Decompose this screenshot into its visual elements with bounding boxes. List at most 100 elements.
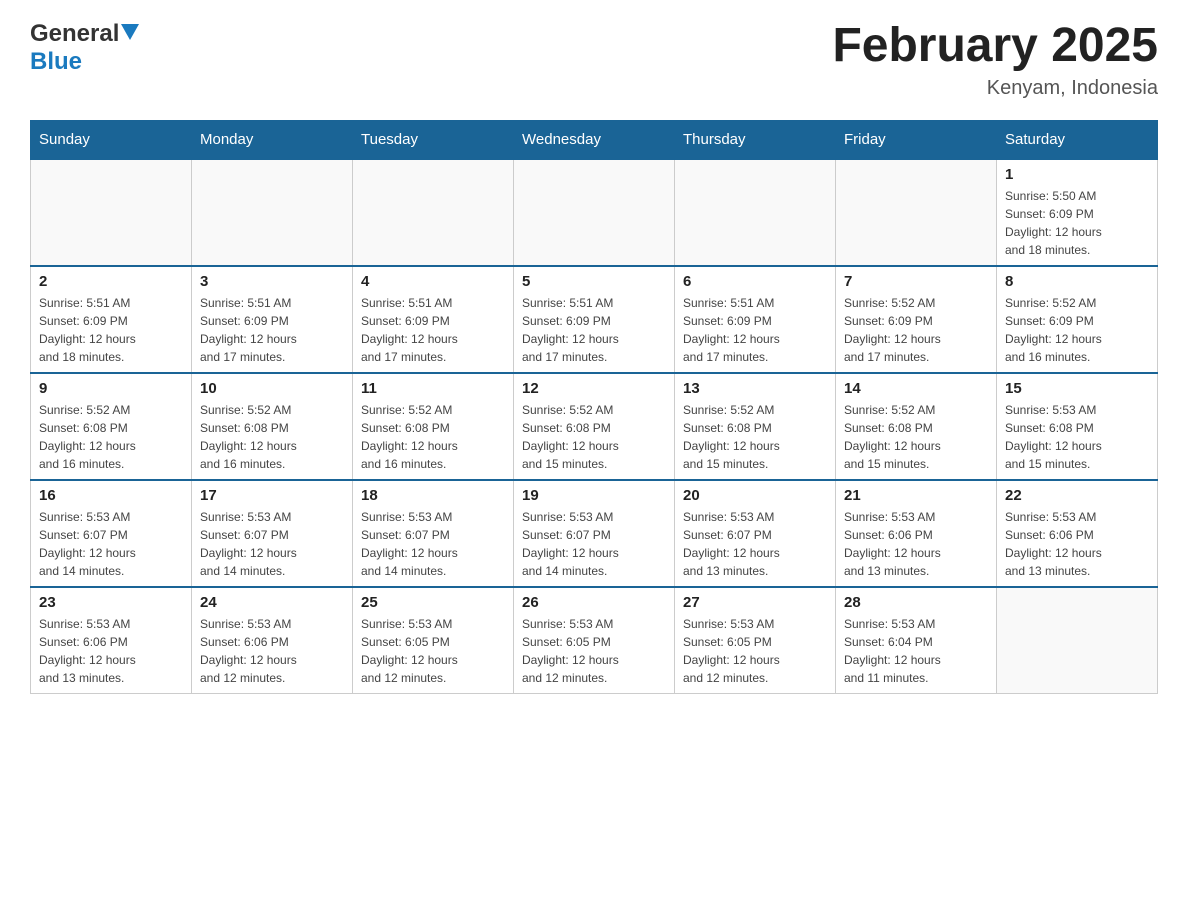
calendar-cell: 24 Sunrise: 5:53 AMSunset: 6:06 PMDayligh… bbox=[192, 587, 353, 694]
day-info: Sunrise: 5:53 AMSunset: 6:06 PMDaylight:… bbox=[844, 508, 988, 580]
day-info: Sunrise: 5:51 AMSunset: 6:09 PMDaylight:… bbox=[361, 294, 505, 366]
calendar-cell: 19 Sunrise: 5:53 AMSunset: 6:07 PMDayligh… bbox=[514, 480, 675, 587]
logo-blue-text: Blue bbox=[30, 48, 82, 75]
day-info: Sunrise: 5:53 AMSunset: 6:06 PMDaylight:… bbox=[1005, 508, 1149, 580]
calendar-cell: 9 Sunrise: 5:52 AMSunset: 6:08 PMDaylight… bbox=[31, 373, 192, 480]
calendar-header-row: SundayMondayTuesdayWednesdayThursdayFrid… bbox=[31, 120, 1158, 159]
calendar-cell bbox=[31, 159, 192, 266]
calendar-cell bbox=[353, 159, 514, 266]
day-number: 2 bbox=[39, 273, 183, 290]
day-number: 5 bbox=[522, 273, 666, 290]
day-number: 10 bbox=[200, 380, 344, 397]
calendar-cell: 16 Sunrise: 5:53 AMSunset: 6:07 PMDayligh… bbox=[31, 480, 192, 587]
day-number: 12 bbox=[522, 380, 666, 397]
calendar-week-row: 2 Sunrise: 5:51 AMSunset: 6:09 PMDaylight… bbox=[31, 266, 1158, 373]
calendar-cell: 17Sunrise: 5:53 AMSunset: 6:07 PMDayligh… bbox=[192, 480, 353, 587]
page-title: February 2025 bbox=[832, 20, 1158, 73]
column-header-sunday: Sunday bbox=[31, 120, 192, 159]
calendar-cell: 28 Sunrise: 5:53 AMSunset: 6:04 PMDayligh… bbox=[836, 587, 997, 694]
calendar-cell: 8Sunrise: 5:52 AMSunset: 6:09 PMDaylight… bbox=[997, 266, 1158, 373]
calendar-cell: 11 Sunrise: 5:52 AMSunset: 6:08 PMDayligh… bbox=[353, 373, 514, 480]
calendar-cell: 7 Sunrise: 5:52 AMSunset: 6:09 PMDaylight… bbox=[836, 266, 997, 373]
day-number: 7 bbox=[844, 273, 988, 290]
calendar-cell: 18 Sunrise: 5:53 AMSunset: 6:07 PMDayligh… bbox=[353, 480, 514, 587]
calendar-cell: 14 Sunrise: 5:52 AMSunset: 6:08 PMDayligh… bbox=[836, 373, 997, 480]
day-info: Sunrise: 5:52 AMSunset: 6:08 PMDaylight:… bbox=[361, 401, 505, 473]
column-header-friday: Friday bbox=[836, 120, 997, 159]
day-info: Sunrise: 5:52 AMSunset: 6:08 PMDaylight:… bbox=[39, 401, 183, 473]
day-number: 14 bbox=[844, 380, 988, 397]
day-number: 9 bbox=[39, 380, 183, 397]
day-number: 24 bbox=[200, 594, 344, 611]
day-number: 11 bbox=[361, 380, 505, 397]
day-number: 26 bbox=[522, 594, 666, 611]
day-number: 19 bbox=[522, 487, 666, 504]
column-header-tuesday: Tuesday bbox=[353, 120, 514, 159]
calendar-cell bbox=[675, 159, 836, 266]
day-info: Sunrise: 5:53 AMSunset: 6:06 PMDaylight:… bbox=[200, 615, 344, 687]
day-number: 21 bbox=[844, 487, 988, 504]
day-info: Sunrise: 5:50 AMSunset: 6:09 PMDaylight:… bbox=[1005, 187, 1149, 259]
day-number: 25 bbox=[361, 594, 505, 611]
logo-triangle-icon bbox=[121, 24, 139, 45]
day-number: 20 bbox=[683, 487, 827, 504]
day-info: Sunrise: 5:51 AMSunset: 6:09 PMDaylight:… bbox=[522, 294, 666, 366]
calendar-cell: 22 Sunrise: 5:53 AMSunset: 6:06 PMDayligh… bbox=[997, 480, 1158, 587]
day-number: 1 bbox=[1005, 166, 1149, 183]
day-info: Sunrise: 5:51 AMSunset: 6:09 PMDaylight:… bbox=[200, 294, 344, 366]
calendar-week-row: 23 Sunrise: 5:53 AMSunset: 6:06 PMDayligh… bbox=[31, 587, 1158, 694]
day-number: 22 bbox=[1005, 487, 1149, 504]
day-info: Sunrise: 5:51 AMSunset: 6:09 PMDaylight:… bbox=[683, 294, 827, 366]
calendar-cell: 15 Sunrise: 5:53 AMSunset: 6:08 PMDayligh… bbox=[997, 373, 1158, 480]
calendar-week-row: 1 Sunrise: 5:50 AMSunset: 6:09 PMDaylight… bbox=[31, 159, 1158, 266]
day-info: Sunrise: 5:52 AMSunset: 6:08 PMDaylight:… bbox=[683, 401, 827, 473]
day-info: Sunrise: 5:53 AMSunset: 6:07 PMDaylight:… bbox=[522, 508, 666, 580]
page-subtitle: Kenyam, Indonesia bbox=[832, 77, 1158, 100]
day-info: Sunrise: 5:52 AMSunset: 6:08 PMDaylight:… bbox=[200, 401, 344, 473]
day-info: Sunrise: 5:53 AMSunset: 6:05 PMDaylight:… bbox=[683, 615, 827, 687]
calendar-cell: 25 Sunrise: 5:53 AMSunset: 6:05 PMDayligh… bbox=[353, 587, 514, 694]
calendar-cell: 2Sunrise: 5:51 AMSunset: 6:09 PMDaylight… bbox=[31, 266, 192, 373]
day-info: Sunrise: 5:53 AMSunset: 6:07 PMDaylight:… bbox=[39, 508, 183, 580]
day-number: 23 bbox=[39, 594, 183, 611]
calendar-cell: 23Sunrise: 5:53 AMSunset: 6:06 PMDayligh… bbox=[31, 587, 192, 694]
calendar-cell: 1 Sunrise: 5:50 AMSunset: 6:09 PMDaylight… bbox=[997, 159, 1158, 266]
day-number: 17 bbox=[200, 487, 344, 504]
calendar-cell bbox=[192, 159, 353, 266]
day-info: Sunrise: 5:53 AMSunset: 6:05 PMDaylight:… bbox=[522, 615, 666, 687]
day-number: 16 bbox=[39, 487, 183, 504]
day-number: 6 bbox=[683, 273, 827, 290]
day-info: Sunrise: 5:52 AMSunset: 6:09 PMDaylight:… bbox=[844, 294, 988, 366]
column-header-monday: Monday bbox=[192, 120, 353, 159]
column-header-saturday: Saturday bbox=[997, 120, 1158, 159]
calendar-cell: 13 Sunrise: 5:52 AMSunset: 6:08 PMDayligh… bbox=[675, 373, 836, 480]
day-number: 28 bbox=[844, 594, 988, 611]
title-block: February 2025 Kenyam, Indonesia bbox=[832, 20, 1158, 100]
day-info: Sunrise: 5:52 AMSunset: 6:08 PMDaylight:… bbox=[844, 401, 988, 473]
calendar-cell: 26 Sunrise: 5:53 AMSunset: 6:05 PMDayligh… bbox=[514, 587, 675, 694]
calendar-cell: 3Sunrise: 5:51 AMSunset: 6:09 PMDaylight… bbox=[192, 266, 353, 373]
day-number: 27 bbox=[683, 594, 827, 611]
day-info: Sunrise: 5:53 AMSunset: 6:07 PMDaylight:… bbox=[361, 508, 505, 580]
day-info: Sunrise: 5:53 AMSunset: 6:05 PMDaylight:… bbox=[361, 615, 505, 687]
calendar-cell: 21 Sunrise: 5:53 AMSunset: 6:06 PMDayligh… bbox=[836, 480, 997, 587]
logo-general-text: General bbox=[30, 20, 119, 48]
day-info: Sunrise: 5:52 AMSunset: 6:08 PMDaylight:… bbox=[522, 401, 666, 473]
day-number: 13 bbox=[683, 380, 827, 397]
day-info: Sunrise: 5:53 AMSunset: 6:08 PMDaylight:… bbox=[1005, 401, 1149, 473]
calendar-week-row: 16 Sunrise: 5:53 AMSunset: 6:07 PMDayligh… bbox=[31, 480, 1158, 587]
day-number: 18 bbox=[361, 487, 505, 504]
day-number: 15 bbox=[1005, 380, 1149, 397]
calendar-cell: 5 Sunrise: 5:51 AMSunset: 6:09 PMDaylight… bbox=[514, 266, 675, 373]
day-info: Sunrise: 5:53 AMSunset: 6:04 PMDaylight:… bbox=[844, 615, 988, 687]
calendar-cell: 4 Sunrise: 5:51 AMSunset: 6:09 PMDaylight… bbox=[353, 266, 514, 373]
calendar-cell bbox=[514, 159, 675, 266]
calendar-cell: 10 Sunrise: 5:52 AMSunset: 6:08 PMDayligh… bbox=[192, 373, 353, 480]
calendar-cell: 27 Sunrise: 5:53 AMSunset: 6:05 PMDayligh… bbox=[675, 587, 836, 694]
day-number: 4 bbox=[361, 273, 505, 290]
page-header: General Blue February 2025 Kenyam, Indon… bbox=[30, 20, 1158, 100]
day-info: Sunrise: 5:52 AMSunset: 6:09 PMDaylight:… bbox=[1005, 294, 1149, 366]
calendar-cell bbox=[997, 587, 1158, 694]
calendar-cell bbox=[836, 159, 997, 266]
calendar-week-row: 9 Sunrise: 5:52 AMSunset: 6:08 PMDaylight… bbox=[31, 373, 1158, 480]
